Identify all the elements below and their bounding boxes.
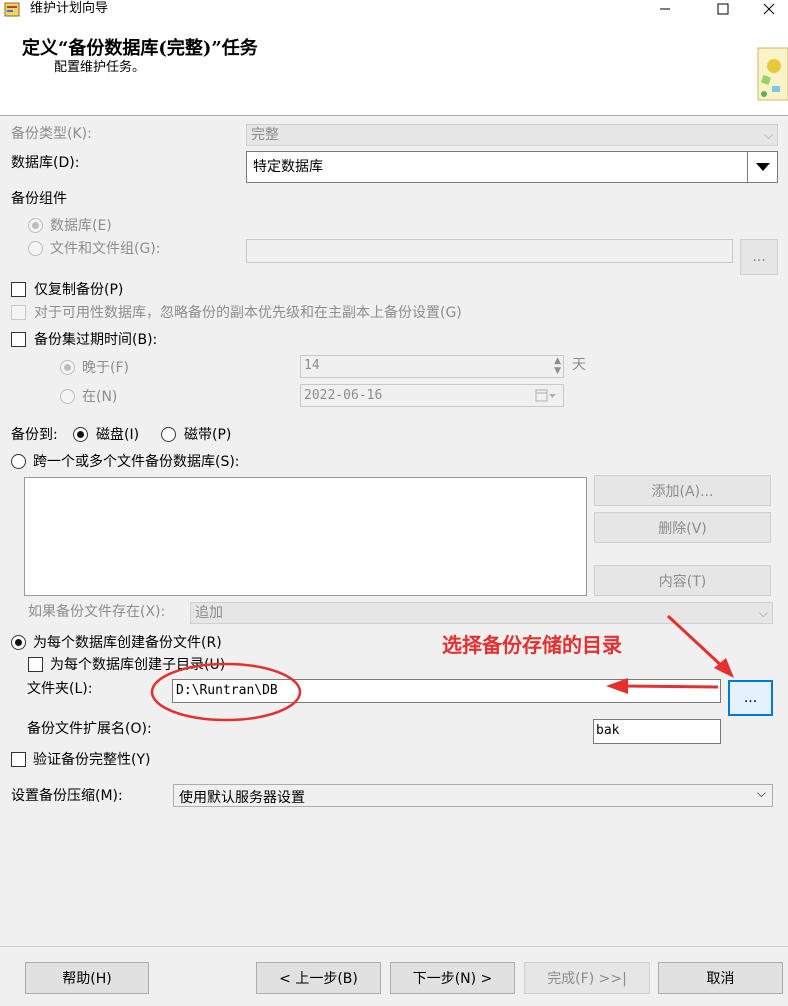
next-button[interactable]: 下一步(N) > [390,962,515,994]
files-browse-button[interactable]: ... [740,239,778,275]
cancel-button[interactable]: 取消 [658,962,783,994]
window-title: 维护计划向导 [30,1,109,16]
expiry-date-picker[interactable]: 2022-06-16 [300,384,564,407]
extension-value: bak [596,723,620,738]
copy-only-label: 仅复制备份(P) [34,282,124,298]
expiry-days-unit: 天 [572,357,586,373]
compression-value: 使用默认服务器设置 [179,790,305,806]
extension-input[interactable]: bak [593,719,721,744]
span-files-label: 跨一个或多个文件备份数据库(S): [33,454,240,470]
minimize-icon[interactable] [642,0,688,18]
component-database-radio[interactable] [28,218,43,233]
backup-type-label: 备份类型(K): [11,126,92,142]
folder-input[interactable]: D:\Runtran\DB [172,679,721,703]
files-input[interactable] [246,239,733,263]
folder-label: 文件夹(L): [27,681,93,697]
folder-browse-button[interactable]: ... [728,680,773,716]
app-icon [4,1,20,17]
maximize-icon[interactable] [700,0,746,18]
annotation-text: 选择备份存储的目录 [442,633,622,657]
availability-label: 对于可用性数据库，忽略备份的副本优先级和在主副本上备份设置(G) [34,305,462,321]
per-db-file-label: 为每个数据库创建备份文件(R) [33,635,222,651]
remove-file-button[interactable]: 删除(V) [594,512,771,543]
verify-label: 验证备份完整性(Y) [33,752,151,768]
compression-select[interactable]: 使用默认服务器设置 ⌵ [173,784,773,807]
calendar-icon[interactable] [535,389,557,407]
per-db-file-radio[interactable] [11,635,26,650]
expiry-after-label: 晚于(F) [82,360,129,376]
dropdown-arrow-icon[interactable] [747,152,777,182]
expiry-date-value: 2022-06-16 [304,388,383,403]
component-files-label: 文件和文件组(G): [50,241,161,257]
expiry-checkbox[interactable] [11,332,26,347]
chevron-down-icon: ⌵ [756,786,766,800]
finish-button[interactable]: 完成(F) >>| [524,962,650,994]
chevron-down-icon: ⌵ [758,606,768,620]
availability-checkbox[interactable] [11,305,26,320]
expiry-after-radio[interactable] [60,360,75,375]
span-files-radio[interactable] [11,454,26,469]
expiry-on-radio[interactable] [60,389,75,404]
backup-to-disk-radio[interactable] [73,427,88,442]
backup-to-disk-label: 磁盘(I) [96,427,140,443]
title-bar: 维护计划向导 [0,0,788,18]
annotation-arrow-down-head [714,658,734,678]
backup-component-label: 备份组件 [11,191,67,207]
component-files-radio[interactable] [28,241,43,256]
add-file-button[interactable]: 添加(A)... [594,475,771,506]
wizard-header: 定义“备份数据库(完整)”任务 配置维护任务。 [0,18,788,116]
database-select[interactable]: 特定数据库 [246,151,778,183]
page-subtitle: 配置维护任务。 [54,60,146,75]
compression-label: 设置备份压缩(M): [11,788,123,804]
if-exists-select[interactable]: 追加 ⌵ [190,602,773,624]
expiry-on-label: 在(N) [82,389,118,405]
backup-type-value: 完整 [251,127,279,143]
spinner-arrows-icon[interactable]: ▲ ▼ [554,356,561,376]
help-button[interactable]: 帮助(H) [25,962,149,994]
back-button[interactable]: < 上一步(B) [256,962,381,994]
extension-label: 备份文件扩展名(O): [27,721,152,737]
wizard-graphic-icon [752,42,788,104]
span-files-list[interactable] [24,477,587,596]
subdir-label: 为每个数据库创建子目录(U) [50,657,226,673]
verify-checkbox[interactable] [11,752,26,767]
close-icon[interactable] [750,0,788,18]
database-value: 特定数据库 [253,159,323,175]
copy-only-checkbox[interactable] [11,282,26,297]
backup-to-label: 备份到: [11,427,58,443]
subdir-checkbox[interactable] [28,657,43,672]
expiry-label: 备份集过期时间(B): [34,332,158,348]
component-database-label: 数据库(E) [50,218,112,234]
folder-value: D:\Runtran\DB [176,683,278,698]
if-exists-value: 追加 [195,605,223,621]
chevron-down-icon: ⌵ [763,128,773,142]
footer-divider [0,946,788,947]
backup-type-select[interactable]: 完整 ⌵ [246,124,778,146]
database-label: 数据库(D): [11,155,80,171]
backup-to-tape-radio[interactable] [161,427,176,442]
expiry-days-value: 14 [304,358,320,373]
expiry-days-spinner[interactable]: 14 ▲ ▼ [300,355,564,378]
backup-to-tape-label: 磁带(P) [184,427,232,443]
if-exists-label: 如果备份文件存在(X): [28,604,166,620]
contents-button[interactable]: 内容(T) [594,565,771,596]
